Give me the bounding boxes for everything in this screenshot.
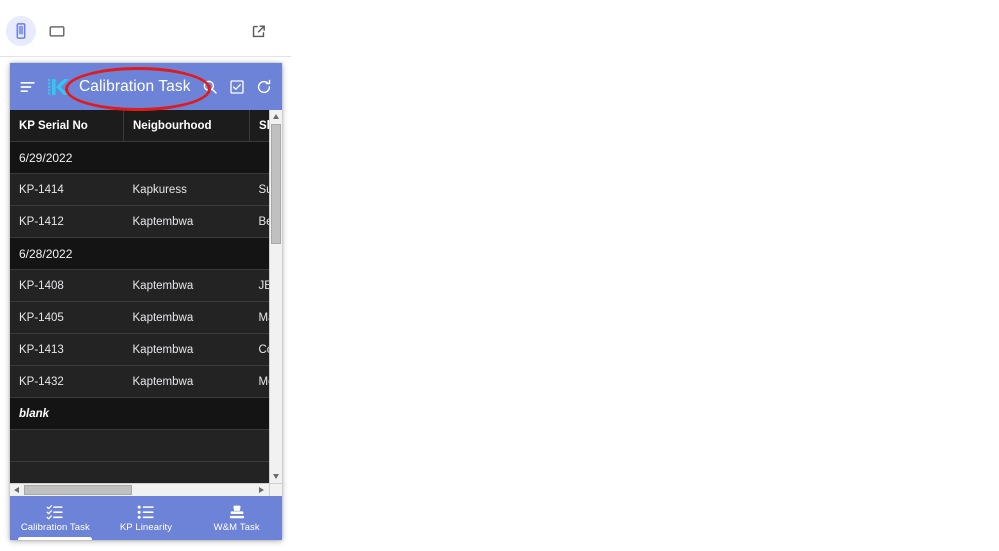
column-header-neigbourhood[interactable]: Neigbourhood: [123, 110, 250, 142]
mobile-view-button[interactable]: [6, 16, 36, 46]
cell-neigbourhood: Kaptembwa: [123, 301, 250, 334]
scroll-right-arrow-icon[interactable]: [255, 484, 268, 496]
table-empty-row[interactable]: [10, 429, 269, 462]
checklist-icon: [46, 503, 64, 520]
horizontal-scrollbar[interactable]: [10, 483, 282, 496]
table-group-row[interactable]: 6/28/2022: [10, 237, 269, 270]
cell-kp-serial-no: KP-1413: [10, 333, 124, 366]
table-row[interactable]: KP-1408 Kaptembwa JERE C: [10, 269, 269, 302]
cell-neigbourhood: Kapkuress: [123, 173, 250, 206]
app-bar: Calibration Task: [10, 63, 282, 111]
refresh-icon[interactable]: [255, 78, 273, 96]
scrollbar-corner: [269, 483, 282, 496]
open-in-new-window-button[interactable]: [243, 16, 273, 46]
vertical-scrollbar-thumb[interactable]: [271, 124, 281, 244]
cell-neigbourhood: Kaptembwa: [123, 333, 250, 366]
group-date-label: 6/28/2022: [10, 237, 269, 270]
cell-empty: [10, 429, 124, 462]
bottom-nav-item-kp-linearity[interactable]: KP Linearity: [101, 496, 192, 540]
cell-neigbourhood: Kaptembwa: [123, 205, 250, 238]
scroll-left-arrow-icon[interactable]: [10, 484, 23, 496]
cell-kp-serial-no: KP-1414: [10, 173, 124, 206]
bottom-nav-label: KP Linearity: [119, 522, 173, 533]
data-table-scrollport: KP Serial No Neigbourhood Shop N 6/29/20…: [10, 110, 269, 483]
bottom-navigation-bar: Calibration Task KP Linearity W&M Task: [10, 496, 282, 540]
list-icon: [137, 503, 155, 520]
device-view-switcher: [0, 16, 72, 46]
cell-kp-serial-no: KP-1405: [10, 301, 124, 334]
scroll-up-arrow-icon[interactable]: [270, 110, 282, 123]
cell-empty: [123, 429, 250, 462]
column-header-kp-serial-no[interactable]: KP Serial No: [10, 110, 124, 142]
cell-kp-serial-no: KP-1412: [10, 205, 124, 238]
mobile-phone-icon: [12, 22, 30, 40]
bottom-nav-label: Calibration Task: [20, 522, 90, 533]
k-logo-icon: [47, 76, 71, 98]
group-date-label: 6/29/2022: [10, 141, 269, 174]
table-body: 6/29/2022 KP-1414 Kapkuress Supane KP-14…: [10, 141, 269, 483]
blank-label: blank: [10, 397, 269, 430]
table-header-row: KP Serial No Neigbourhood Shop N: [10, 110, 269, 142]
cell-shop-name: JERE C: [249, 269, 269, 302]
checkbox-icon[interactable]: [228, 78, 246, 96]
table-row[interactable]: KP-1414 Kapkuress Supane: [10, 173, 269, 206]
bottom-nav-item-wm-task[interactable]: W&M Task: [191, 496, 282, 540]
column-header-shop-name[interactable]: Shop N: [249, 110, 269, 142]
cell-kp-serial-no: KP-1408: [10, 269, 124, 302]
cell-shop-name: Benjos: [249, 205, 269, 238]
stamp-icon: [228, 503, 246, 520]
table-row[interactable]: KP-1413 Kaptembwa Collo el: [10, 333, 269, 366]
tablet-icon: [48, 22, 66, 40]
calibration-task-table: KP Serial No Neigbourhood Shop N 6/29/20…: [10, 110, 269, 483]
cell-shop-name: Collo el: [249, 333, 269, 366]
cell-shop-name: Supane: [249, 173, 269, 206]
cell-empty: [10, 461, 124, 483]
table-blank-group-row[interactable]: blank: [10, 397, 269, 430]
mobile-app-preview: Calibration Task KP Serial No Neigbourho…: [10, 63, 282, 540]
open-in-new-icon: [250, 23, 267, 40]
table-row[interactable]: KP-1405 Kaptembwa Marhab: [10, 301, 269, 334]
cell-neigbourhood: Kaptembwa: [123, 269, 250, 302]
device-preview-toolbar: [0, 6, 291, 57]
app-bar-actions: [201, 78, 275, 96]
cell-empty: [249, 461, 269, 483]
table-row[interactable]: KP-1432 Kaptembwa Mosliva: [10, 365, 269, 398]
table-row[interactable]: KP-1412 Kaptembwa Benjos: [10, 205, 269, 238]
cell-shop-name: Mosliva: [249, 365, 269, 398]
tablet-view-button[interactable]: [42, 16, 72, 46]
cell-shop-name: Marhab: [249, 301, 269, 334]
data-table-container: KP Serial No Neigbourhood Shop N 6/29/20…: [10, 110, 282, 496]
device-toolbar-actions: [243, 16, 291, 46]
app-bar-title: Calibration Task: [79, 77, 191, 95]
horizontal-scrollbar-thumb[interactable]: [24, 485, 132, 495]
search-icon[interactable]: [201, 78, 219, 96]
sort-menu-icon[interactable]: [17, 76, 39, 98]
vertical-scrollbar[interactable]: [269, 110, 282, 483]
table-empty-row[interactable]: [10, 461, 269, 483]
cell-empty: [249, 429, 269, 462]
bottom-nav-item-calibration-task[interactable]: Calibration Task: [10, 496, 101, 540]
cell-neigbourhood: Kaptembwa: [123, 365, 250, 398]
scroll-down-arrow-icon[interactable]: [270, 470, 282, 483]
table-group-row[interactable]: 6/29/2022: [10, 141, 269, 174]
cell-kp-serial-no: KP-1432: [10, 365, 124, 398]
cell-empty: [123, 461, 250, 483]
bottom-nav-label: W&M Task: [213, 522, 260, 533]
